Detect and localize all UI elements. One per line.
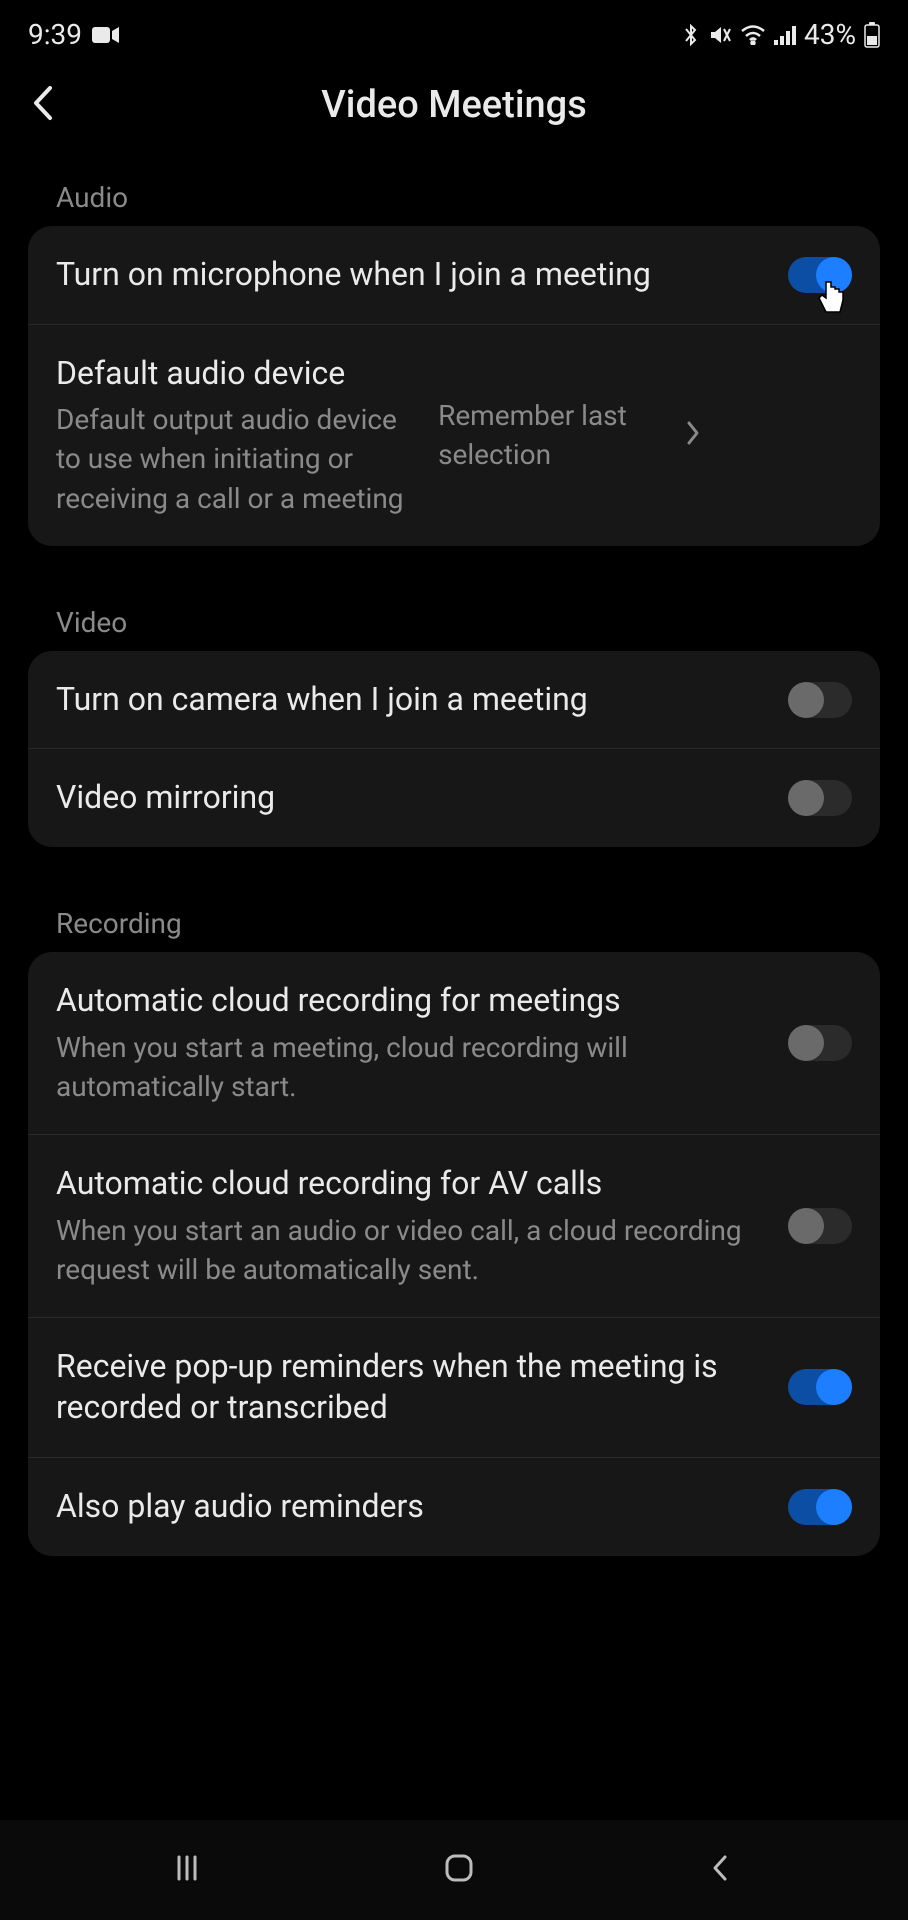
section-label-recording: Recording xyxy=(28,883,880,952)
mirroring-toggle[interactable] xyxy=(788,780,852,816)
popup-reminders-title: Receive pop-up reminders when the meetin… xyxy=(56,1346,768,1429)
mirroring-row[interactable]: Video mirroring xyxy=(28,749,880,847)
chevron-right-icon xyxy=(684,419,702,451)
popup-reminders-row[interactable]: Receive pop-up reminders when the meetin… xyxy=(28,1318,880,1458)
content: Audio Turn on microphone when I join a m… xyxy=(0,157,908,1556)
video-card: Turn on camera when I join a meeting Vid… xyxy=(28,651,880,847)
audio-card: Turn on microphone when I join a meeting… xyxy=(28,226,880,546)
video-recording-icon xyxy=(92,25,120,45)
audio-reminders-title: Also play audio reminders xyxy=(56,1486,768,1528)
header: Video Meetings xyxy=(0,61,908,157)
default-audio-title: Default audio device xyxy=(56,353,418,395)
camera-toggle-row[interactable]: Turn on camera when I join a meeting xyxy=(28,651,880,750)
section-label-audio: Audio xyxy=(28,157,880,226)
auto-av-subtitle: When you start an audio or video call, a… xyxy=(56,1211,768,1289)
auto-av-toggle[interactable] xyxy=(788,1208,852,1244)
recents-nav-icon[interactable] xyxy=(173,1851,213,1889)
auto-av-title: Automatic cloud recording for AV calls xyxy=(56,1163,768,1205)
signal-icon xyxy=(774,25,796,45)
back-icon[interactable] xyxy=(28,82,58,128)
mic-toggle-row[interactable]: Turn on microphone when I join a meeting xyxy=(28,226,880,325)
battery-icon xyxy=(864,22,880,48)
camera-toggle-title: Turn on camera when I join a meeting xyxy=(56,679,768,721)
back-nav-icon[interactable] xyxy=(705,1851,735,1889)
audio-reminders-toggle[interactable] xyxy=(788,1489,852,1525)
home-nav-icon[interactable] xyxy=(439,1848,479,1892)
mirroring-title: Video mirroring xyxy=(56,777,768,819)
mic-toggle[interactable] xyxy=(788,257,852,293)
default-audio-subtitle: Default output audio device to use when … xyxy=(56,400,418,518)
status-left: 9:39 xyxy=(28,18,120,51)
popup-reminders-toggle[interactable] xyxy=(788,1369,852,1405)
mute-icon xyxy=(708,23,732,47)
nav-bar xyxy=(0,1820,908,1920)
bluetooth-icon xyxy=(682,22,700,48)
battery-percent: 43% xyxy=(804,18,856,51)
default-audio-row[interactable]: Default audio device Default output audi… xyxy=(28,325,880,546)
wifi-icon xyxy=(740,25,766,45)
camera-toggle[interactable] xyxy=(788,682,852,718)
page-title: Video Meetings xyxy=(28,83,880,127)
recording-card: Automatic cloud recording for meetings W… xyxy=(28,952,880,1556)
auto-meetings-subtitle: When you start a meeting, cloud recordin… xyxy=(56,1028,768,1106)
default-audio-value: Remember last selection xyxy=(438,396,668,474)
auto-meetings-toggle[interactable] xyxy=(788,1025,852,1061)
audio-reminders-row[interactable]: Also play audio reminders xyxy=(28,1458,880,1556)
status-right: 43% xyxy=(682,18,880,51)
mic-toggle-title: Turn on microphone when I join a meeting xyxy=(56,254,768,296)
auto-meetings-row[interactable]: Automatic cloud recording for meetings W… xyxy=(28,952,880,1135)
auto-av-row[interactable]: Automatic cloud recording for AV calls W… xyxy=(28,1135,880,1318)
status-bar: 9:39 43% xyxy=(0,0,908,61)
section-label-video: Video xyxy=(28,582,880,651)
auto-meetings-title: Automatic cloud recording for meetings xyxy=(56,980,768,1022)
status-time: 9:39 xyxy=(28,18,82,51)
